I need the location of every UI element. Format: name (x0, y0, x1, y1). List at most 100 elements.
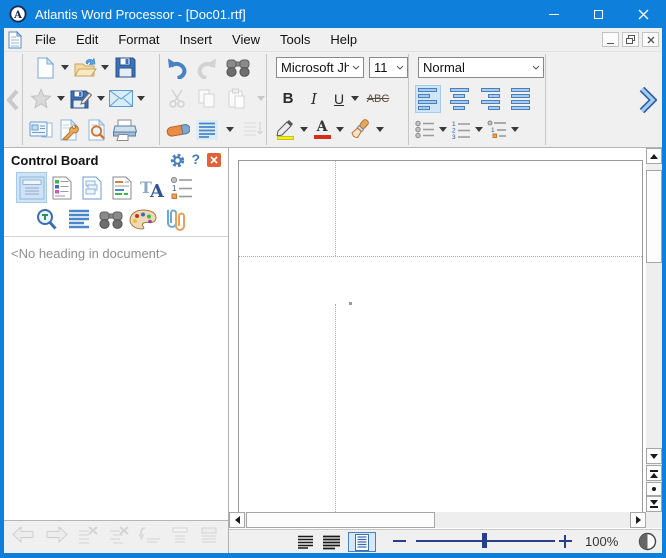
align-justify-button[interactable] (508, 85, 534, 113)
save-as-button[interactable] (68, 85, 94, 113)
find-button[interactable] (224, 54, 252, 82)
document-options-button[interactable] (56, 116, 82, 144)
select-browse-object-button[interactable] (646, 482, 662, 496)
promote-heading-button[interactable] (108, 525, 131, 550)
numbering-dropdown[interactable] (475, 127, 483, 132)
underline-dropdown[interactable] (351, 96, 359, 101)
cb-tab-headings-list[interactable] (47, 173, 76, 202)
cb-tab-zoom-view[interactable] (32, 205, 61, 234)
bullets-dropdown[interactable] (439, 127, 447, 132)
cb-tab-find[interactable] (96, 205, 125, 234)
save-as-dropdown[interactable] (97, 96, 105, 101)
move-heading-button[interactable] (139, 526, 162, 549)
control-board-settings-gear-icon[interactable] (170, 153, 185, 168)
scroll-left-button[interactable] (229, 512, 245, 528)
zoom-in-button-vbar[interactable] (564, 535, 566, 548)
menu-format[interactable]: Format (108, 29, 169, 50)
vertical-scrollbar[interactable] (646, 148, 662, 512)
menu-insert[interactable]: Insert (170, 29, 223, 50)
contrast-toggle-button[interactable] (638, 532, 657, 551)
favorites-dropdown[interactable] (57, 96, 65, 101)
cb-tab-fonts[interactable]: T A (137, 173, 166, 202)
scroll-right-button[interactable] (630, 512, 646, 528)
control-board-help-button[interactable]: ? (191, 151, 200, 167)
horizontal-scroll-thumb[interactable] (246, 512, 435, 528)
document-page[interactable] (238, 160, 643, 512)
cb-tab-headings-overview[interactable] (17, 173, 46, 202)
cb-tab-sections[interactable] (77, 173, 106, 202)
redo-button[interactable] (194, 54, 220, 82)
horizontal-scrollbar[interactable] (229, 512, 646, 528)
email-dropdown[interactable] (137, 96, 145, 101)
close-button[interactable] (621, 0, 666, 28)
font-color-button[interactable]: A (311, 116, 333, 144)
draft-view-button[interactable] (294, 532, 317, 552)
zoom-slider-thumb[interactable] (482, 533, 487, 548)
scroll-up-button[interactable] (646, 148, 662, 164)
paste-button[interactable] (224, 85, 250, 113)
mdi-close-button[interactable] (642, 32, 659, 47)
online-view-button[interactable] (320, 532, 343, 552)
save-button[interactable] (112, 54, 138, 82)
underline-button[interactable]: U (330, 85, 348, 113)
expand-headings-button[interactable] (170, 526, 191, 549)
cb-tab-colors[interactable] (128, 205, 157, 234)
cb-tab-attachments[interactable] (160, 205, 189, 234)
mdi-minimize-button[interactable] (602, 32, 619, 47)
zoom-out-button[interactable] (393, 540, 406, 542)
style-combobox[interactable]: Normal (418, 57, 544, 78)
erase-button[interactable] (164, 116, 191, 144)
vertical-scroll-thumb[interactable] (646, 170, 662, 263)
page-layout-view-button[interactable] (348, 532, 376, 552)
multilevel-list-button[interactable]: 1 (486, 116, 508, 144)
print-button[interactable] (112, 116, 138, 144)
mdi-restore-button[interactable] (622, 32, 639, 47)
font-size-combobox[interactable]: 11 (369, 57, 408, 78)
control-board-close-button[interactable] (207, 153, 221, 167)
strikethrough-button[interactable]: ABC (364, 85, 392, 113)
open-button[interactable] (72, 54, 98, 82)
bold-button[interactable]: B (278, 85, 298, 113)
maximize-button[interactable] (576, 0, 621, 28)
previous-page-button[interactable] (646, 465, 662, 481)
open-dropdown[interactable] (101, 65, 109, 70)
menu-edit[interactable]: Edit (66, 29, 108, 50)
toolbar-scroll-left-icon[interactable] (5, 89, 21, 111)
cb-tab-paragraphs[interactable] (64, 205, 93, 234)
menu-help[interactable]: Help (320, 29, 367, 50)
font-name-combobox[interactable]: Microsoft Jh (276, 57, 364, 78)
align-left-button[interactable] (415, 85, 441, 113)
minimize-button[interactable] (531, 0, 576, 28)
paragraph-formatting-button[interactable] (194, 116, 220, 144)
bullets-button[interactable] (414, 116, 436, 144)
paragraph-formatting-dropdown[interactable] (226, 127, 234, 132)
copy-button[interactable] (194, 85, 220, 113)
cb-tab-fields[interactable] (107, 173, 136, 202)
paste-dropdown[interactable] (257, 96, 265, 101)
favorites-button[interactable] (28, 85, 54, 113)
demote-heading-button[interactable] (77, 525, 100, 550)
highlight-button[interactable] (273, 116, 297, 144)
nav-forward-button[interactable] (44, 525, 69, 549)
cb-tab-lists[interactable]: 1 (167, 173, 196, 202)
align-right-button[interactable] (477, 85, 503, 113)
next-page-button[interactable] (646, 496, 662, 512)
menu-view[interactable]: View (222, 29, 270, 50)
cut-button[interactable] (164, 85, 190, 113)
scroll-down-button[interactable] (646, 448, 662, 464)
font-color-dropdown[interactable] (336, 127, 344, 132)
menu-file[interactable]: File (25, 29, 66, 50)
sort-paragraphs-button[interactable] (240, 116, 266, 144)
nav-back-button[interactable] (11, 525, 36, 549)
new-document-button[interactable] (32, 54, 58, 82)
align-center-button[interactable] (446, 85, 472, 113)
properties-button[interactable] (28, 116, 54, 144)
print-preview-button[interactable] (84, 116, 110, 144)
document-viewport[interactable] (229, 148, 646, 512)
menu-tools[interactable]: Tools (270, 29, 320, 50)
format-painter-button[interactable] (347, 116, 373, 144)
new-document-dropdown[interactable] (61, 65, 69, 70)
italic-button[interactable]: I (304, 85, 324, 113)
undo-button[interactable] (164, 54, 190, 82)
multilevel-list-dropdown[interactable] (511, 127, 519, 132)
